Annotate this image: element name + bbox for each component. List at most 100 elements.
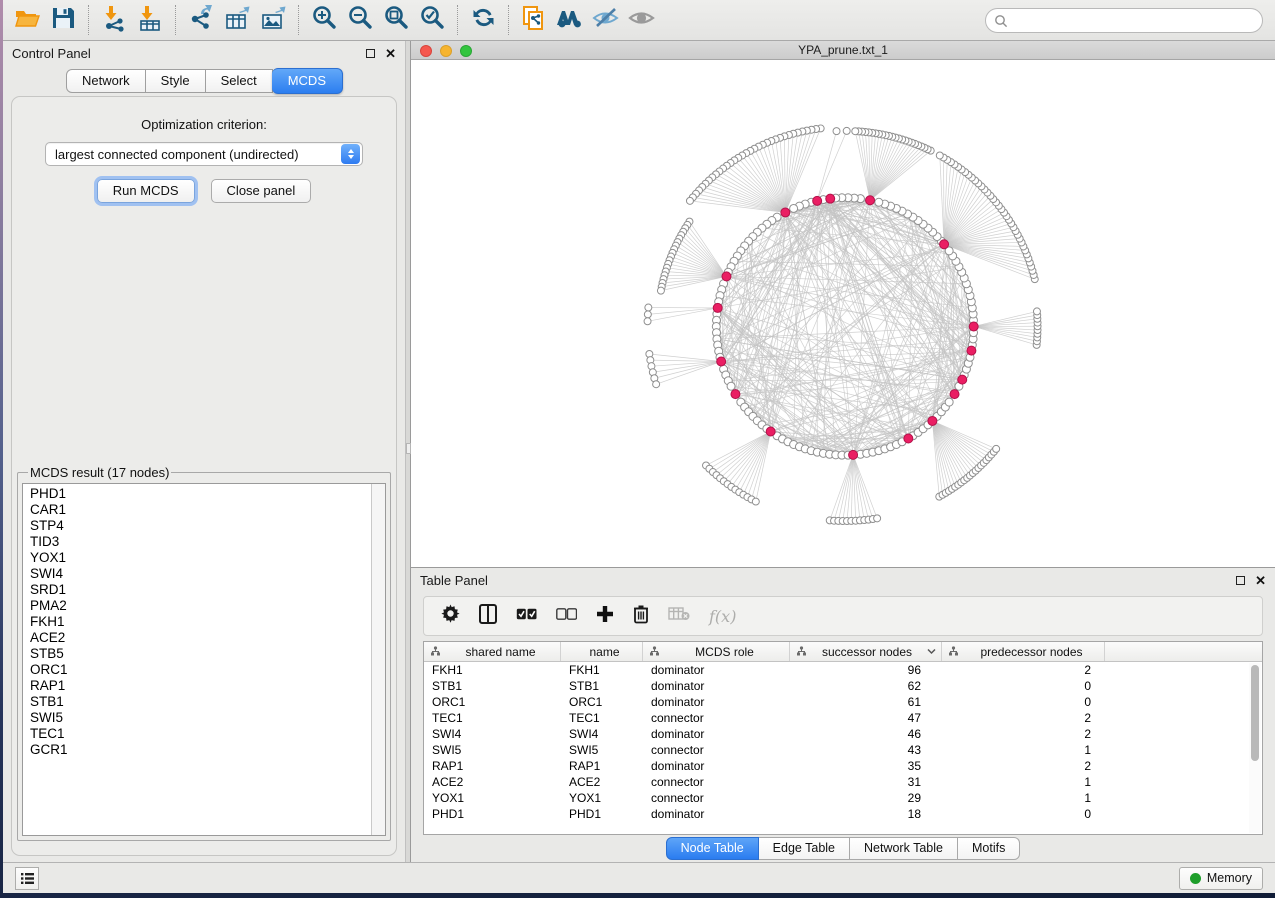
mcds-result-item[interactable]: ORC1 xyxy=(30,662,385,678)
column-header-MCDS-role[interactable]: MCDS role xyxy=(643,642,790,661)
memory-button[interactable]: Memory xyxy=(1179,867,1263,890)
network-leaf-node[interactable] xyxy=(644,318,651,325)
float-table-panel-icon[interactable] xyxy=(1236,576,1245,585)
network-leaf-node[interactable] xyxy=(833,128,840,135)
deselect-all-checkboxes-button[interactable] xyxy=(556,604,577,628)
mcds-result-item[interactable]: STP4 xyxy=(30,518,385,534)
optimization-criterion-select[interactable]: largest connected component (undirected) xyxy=(45,142,363,166)
mcds-result-item[interactable]: ACE2 xyxy=(30,630,385,646)
mcds-result-item[interactable]: SWI4 xyxy=(30,566,385,582)
mcds-hub-node[interactable] xyxy=(928,416,937,425)
mcds-hub-node[interactable] xyxy=(766,427,775,436)
mcds-hub-node[interactable] xyxy=(813,196,822,205)
network-leaf-node[interactable] xyxy=(752,498,759,505)
network-node[interactable] xyxy=(790,204,798,212)
open-file-button[interactable] xyxy=(9,3,45,37)
mcds-result-item[interactable]: FKH1 xyxy=(30,614,385,630)
mcds-hub-node[interactable] xyxy=(713,303,722,312)
mcds-hub-node[interactable] xyxy=(940,240,949,249)
network-node[interactable] xyxy=(727,382,735,390)
window-minimize-button[interactable] xyxy=(440,45,452,57)
table-row[interactable]: STB1STB1dominator620 xyxy=(424,678,1262,694)
mcds-result-scrollbar[interactable] xyxy=(371,484,385,835)
mcds-hub-node[interactable] xyxy=(904,434,913,443)
mcds-hub-node[interactable] xyxy=(781,208,790,217)
mcds-hub-node[interactable] xyxy=(950,390,959,399)
float-panel-icon[interactable] xyxy=(366,49,375,58)
mcds-hub-node[interactable] xyxy=(849,450,858,459)
export-table-button[interactable] xyxy=(219,3,255,37)
mcds-result-item[interactable]: PHD1 xyxy=(30,486,385,502)
table-row[interactable]: SWI4SWI4dominator462 xyxy=(424,726,1262,742)
tab-network[interactable]: Network xyxy=(66,69,146,93)
search-box[interactable] xyxy=(985,8,1263,33)
network-leaf-node[interactable] xyxy=(645,304,652,311)
table-row[interactable]: YOX1YOX1connector291 xyxy=(424,790,1262,806)
network-leaf-node[interactable] xyxy=(852,128,859,135)
network-leaf-node[interactable] xyxy=(657,287,664,294)
mcds-result-item[interactable]: PMA2 xyxy=(30,598,385,614)
mcds-result-item[interactable]: TID3 xyxy=(30,534,385,550)
mcds-hub-node[interactable] xyxy=(717,357,726,366)
first-neighbors-button[interactable] xyxy=(552,3,588,37)
network-canvas[interactable] xyxy=(411,60,1275,567)
column-header-name[interactable]: name xyxy=(561,642,643,661)
tab-edge-table[interactable]: Edge Table xyxy=(759,837,850,860)
mcds-hub-node[interactable] xyxy=(731,390,740,399)
zoom-selected-button[interactable] xyxy=(414,3,450,37)
split-columns-button[interactable] xyxy=(479,604,497,628)
network-leaf-node[interactable] xyxy=(843,127,850,134)
close-table-panel-icon[interactable]: ✕ xyxy=(1255,574,1266,587)
close-panel-icon[interactable]: ✕ xyxy=(385,47,396,60)
import-network-file-button[interactable] xyxy=(96,3,132,37)
refresh-button[interactable] xyxy=(465,3,501,37)
mcds-result-list[interactable]: PHD1CAR1STP4TID3YOX1SWI4SRD1PMA2FKH1ACE2… xyxy=(22,483,386,836)
mcds-result-item[interactable]: STB5 xyxy=(30,646,385,662)
table-row[interactable]: FKH1FKH1dominator962 xyxy=(424,662,1262,678)
delete-column-button[interactable] xyxy=(633,604,649,628)
column-header-shared-name[interactable]: shared name xyxy=(424,642,561,661)
show-all-button[interactable] xyxy=(624,3,660,37)
tab-mcds[interactable]: MCDS xyxy=(272,68,343,94)
table-scrollbar[interactable] xyxy=(1249,663,1261,833)
network-leaf-node[interactable] xyxy=(936,152,943,159)
table-row[interactable]: SWI5SWI5connector431 xyxy=(424,742,1262,758)
network-graph[interactable] xyxy=(411,60,1275,567)
mcds-result-item[interactable]: YOX1 xyxy=(30,550,385,566)
search-input[interactable] xyxy=(1013,11,1262,31)
network-leaf-node[interactable] xyxy=(644,311,651,318)
network-leaf-node[interactable] xyxy=(1033,308,1040,315)
table-row[interactable]: RAP1RAP1dominator352 xyxy=(424,758,1262,774)
network-view-titlebar[interactable]: YPA_prune.txt_1 xyxy=(411,41,1275,60)
add-column-button[interactable] xyxy=(596,604,614,628)
table-scrollbar-thumb[interactable] xyxy=(1251,665,1259,761)
export-image-button[interactable] xyxy=(255,3,291,37)
mcds-hub-node[interactable] xyxy=(722,272,731,281)
import-table-file-button[interactable] xyxy=(132,3,168,37)
tab-network-table[interactable]: Network Table xyxy=(850,837,958,860)
tab-style[interactable]: Style xyxy=(146,69,206,93)
clone-network-button[interactable] xyxy=(516,3,552,37)
table-row[interactable]: TEC1TEC1connector472 xyxy=(424,710,1262,726)
tab-motifs[interactable]: Motifs xyxy=(958,837,1020,860)
column-header-predecessor-nodes[interactable]: predecessor nodes xyxy=(942,642,1105,661)
mcds-result-item[interactable]: CAR1 xyxy=(30,502,385,518)
network-leaf-node[interactable] xyxy=(653,381,660,388)
mcds-hub-node[interactable] xyxy=(967,346,976,355)
column-header-successor-nodes[interactable]: successor nodes xyxy=(790,642,942,661)
mcds-hub-node[interactable] xyxy=(969,322,978,331)
mcds-hub-node[interactable] xyxy=(866,196,875,205)
zoom-out-button[interactable] xyxy=(342,3,378,37)
window-zoom-button[interactable] xyxy=(460,45,472,57)
network-node[interactable] xyxy=(945,398,953,406)
tab-select[interactable]: Select xyxy=(206,69,273,93)
close-panel-button[interactable]: Close panel xyxy=(211,179,312,203)
table-row[interactable]: PHD1PHD1dominator180 xyxy=(424,806,1262,822)
tab-node-table[interactable]: Node Table xyxy=(666,837,759,860)
vertical-splitter[interactable] xyxy=(405,41,410,862)
table-row[interactable]: ACE2ACE2connector311 xyxy=(424,774,1262,790)
mcds-result-item[interactable]: GCR1 xyxy=(30,742,385,758)
sort-menu-icon[interactable] xyxy=(927,648,941,655)
save-session-button[interactable] xyxy=(45,3,81,37)
mcds-result-item[interactable]: RAP1 xyxy=(30,678,385,694)
